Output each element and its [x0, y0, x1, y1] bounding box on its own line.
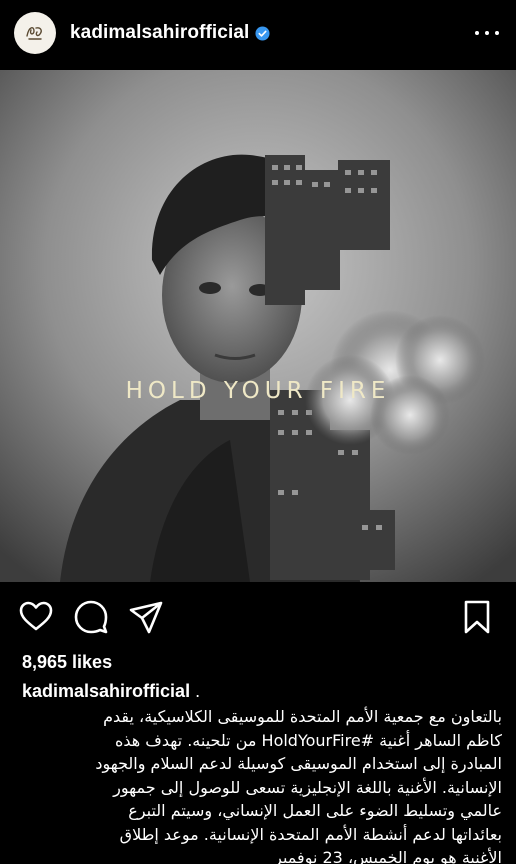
post-artwork [0, 70, 516, 582]
more-options-icon[interactable] [472, 23, 502, 43]
username[interactable]: kadimalsahirofficial [70, 22, 249, 44]
caption-separator: . [195, 681, 201, 701]
caption-username-text[interactable]: kadimalsahirofficial [22, 681, 190, 701]
dot [495, 31, 499, 35]
action-bar [0, 598, 516, 640]
avatar[interactable] [14, 12, 56, 54]
caption-line: الإنسانية. الأغنية باللغة الإنجليزية تسع… [113, 777, 502, 797]
dot [475, 31, 479, 35]
caption-line: عالمي وتسليط الضوء على العمل الإنساني، و… [128, 801, 502, 820]
verified-badge-icon [255, 25, 270, 41]
caption-line: كاظم الساهر أغنية #HoldYourFire من تلحين… [115, 730, 502, 750]
logo-icon [26, 27, 42, 40]
caption-line: بعائداتها لدعم أنشطة الأمم المتحدة الإنس… [119, 824, 502, 844]
comment-icon[interactable] [72, 598, 110, 636]
caption-text: بالتعاون مع جمعية الأمم المتحدة للموسيقى… [14, 705, 502, 864]
dot [485, 31, 489, 35]
send-icon[interactable] [127, 598, 165, 636]
caption-username[interactable]: kadimalsahirofficial . [22, 681, 200, 702]
post-image[interactable]: HOLD YOUR FIRE [0, 70, 516, 582]
bookmark-icon[interactable] [458, 598, 496, 636]
heart-icon[interactable] [17, 598, 55, 636]
like-count[interactable]: 8,965 likes [22, 652, 112, 673]
caption-line: الأغنية هو يوم الخميس، 23 نوفمبر [274, 848, 502, 864]
caption-line: المبادرة إلى استخدام الموسيقى كوسيلة لدع… [95, 754, 502, 773]
image-title: HOLD YOUR FIRE [125, 378, 391, 404]
post-header: kadimalsahirofficial [0, 0, 516, 66]
caption-line: بالتعاون مع جمعية الأمم المتحدة للموسيقى… [103, 707, 502, 726]
